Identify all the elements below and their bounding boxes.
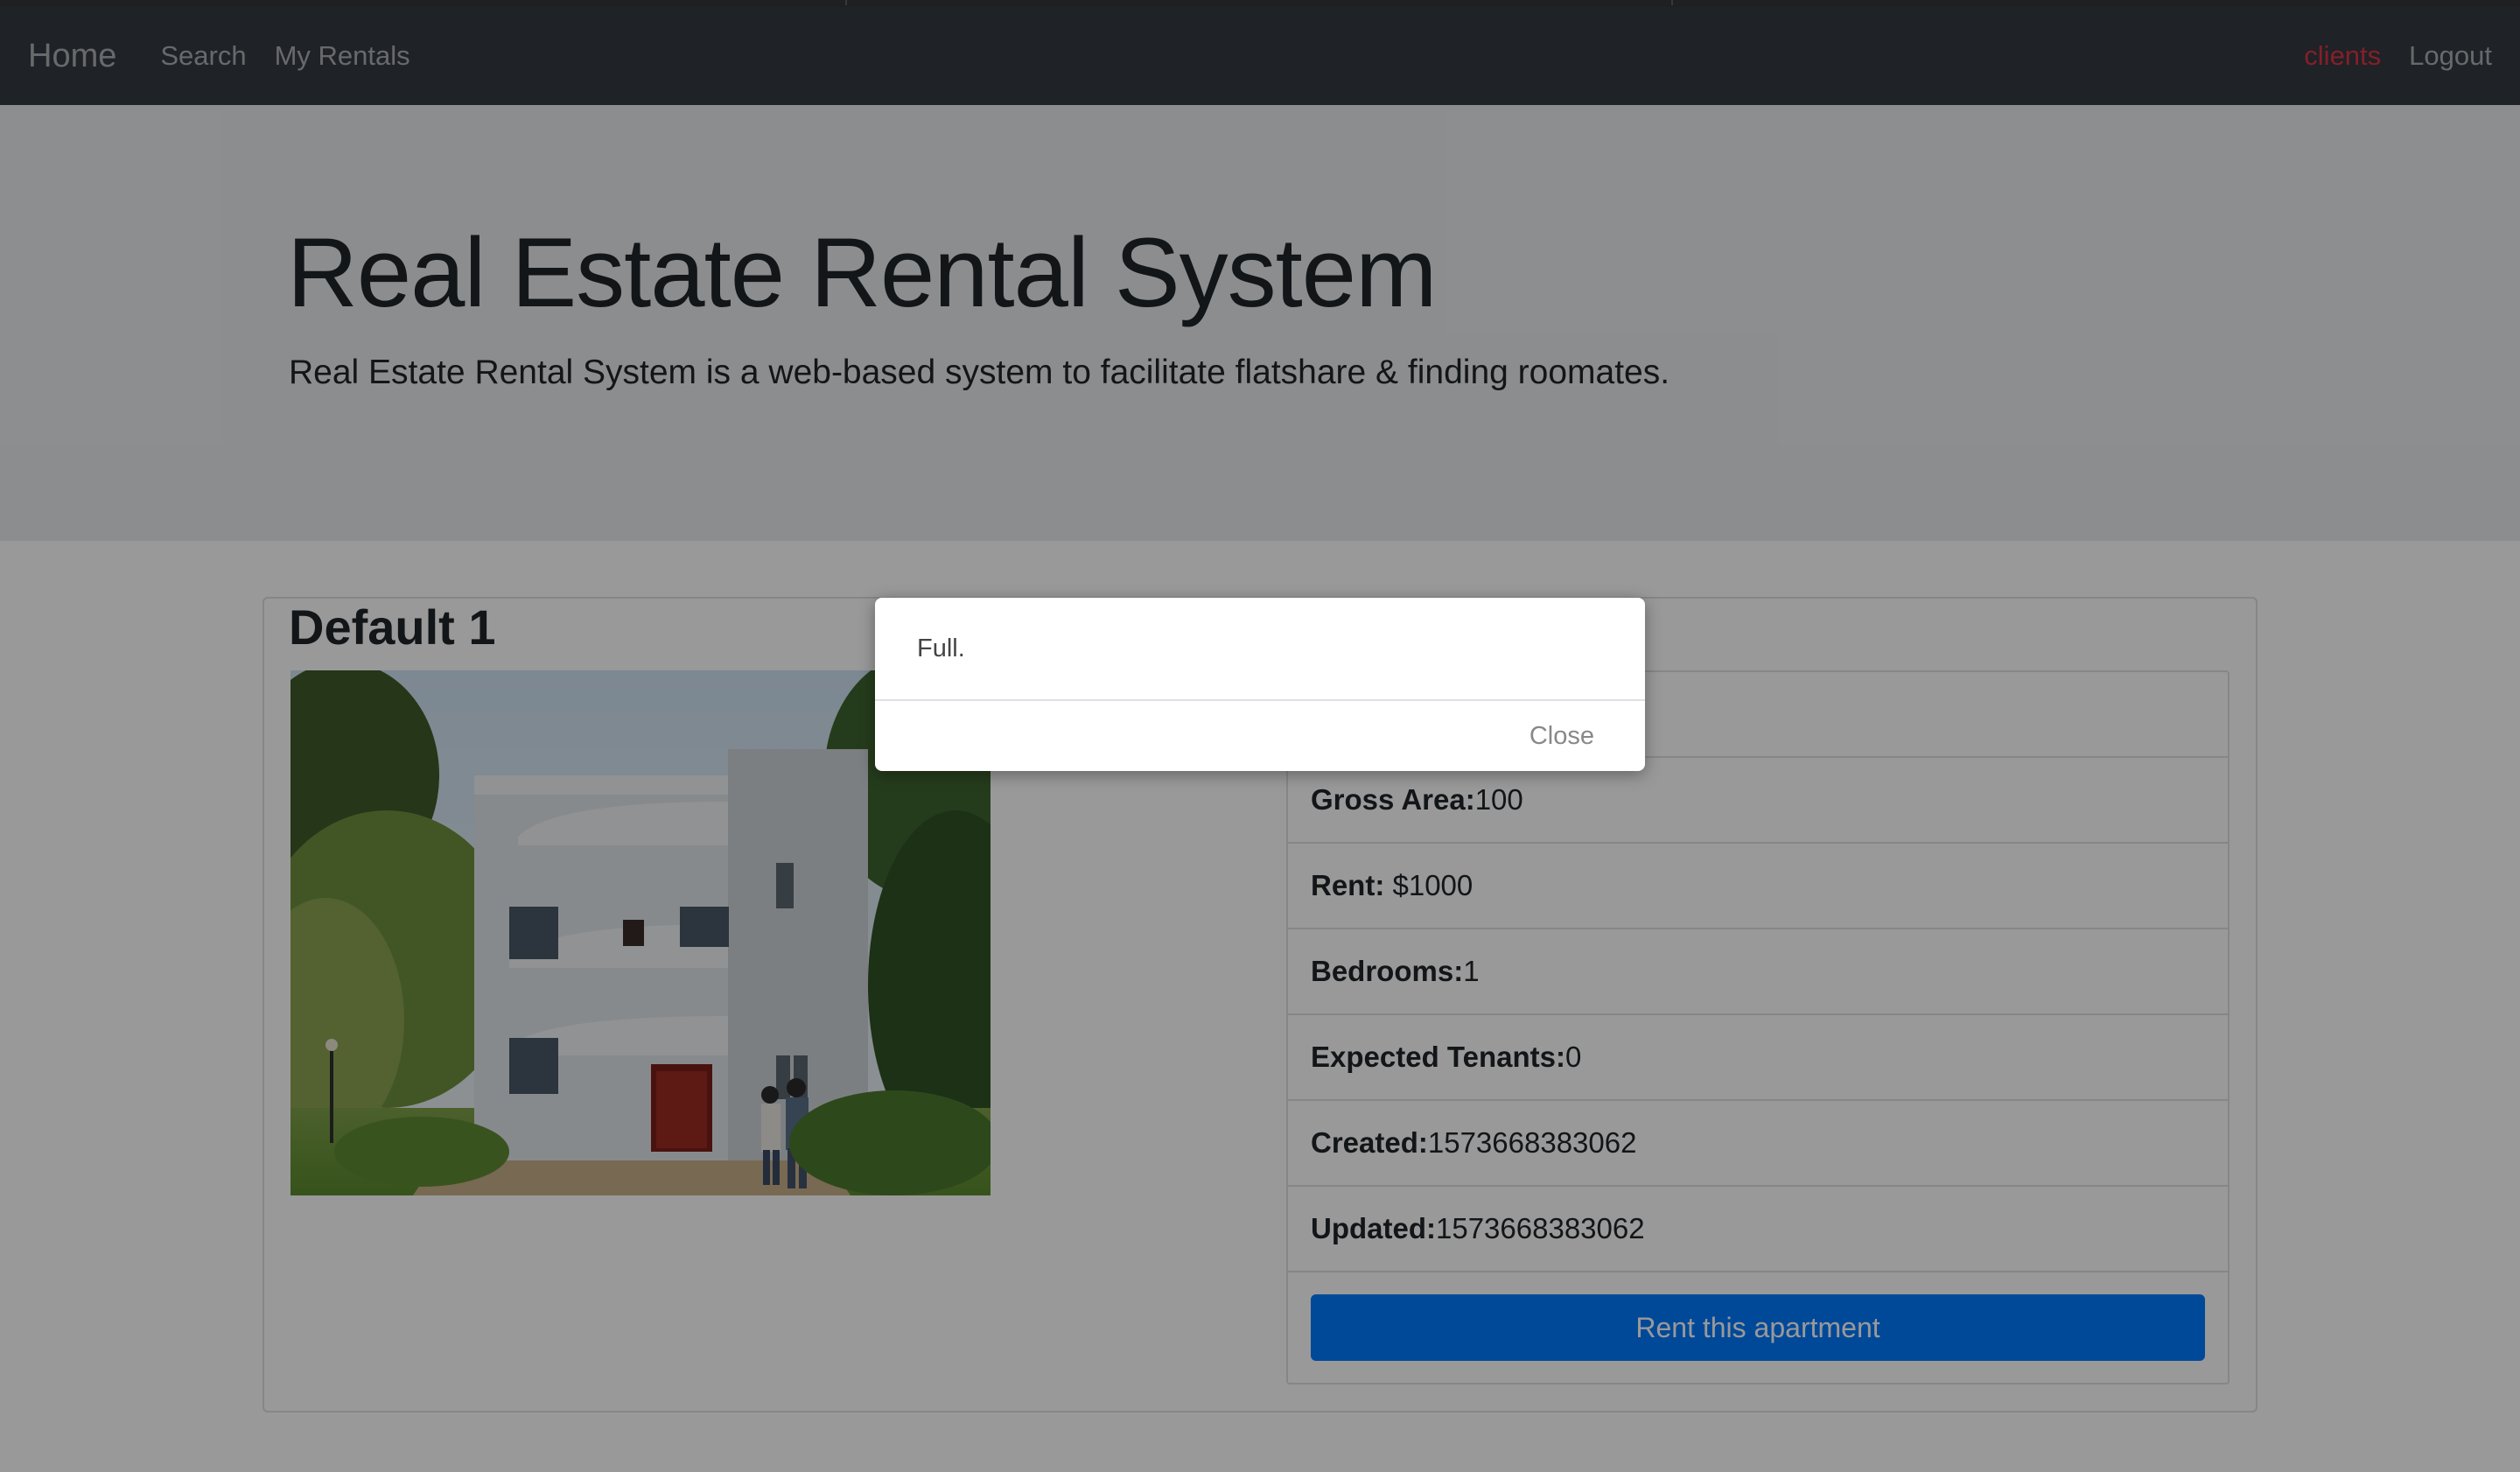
- alert-modal: Full. Close: [875, 598, 1645, 771]
- modal-footer: Close: [875, 701, 1645, 771]
- modal-body: Full.: [875, 598, 1645, 701]
- modal-message: Full.: [917, 634, 965, 662]
- close-button[interactable]: Close: [1524, 721, 1600, 752]
